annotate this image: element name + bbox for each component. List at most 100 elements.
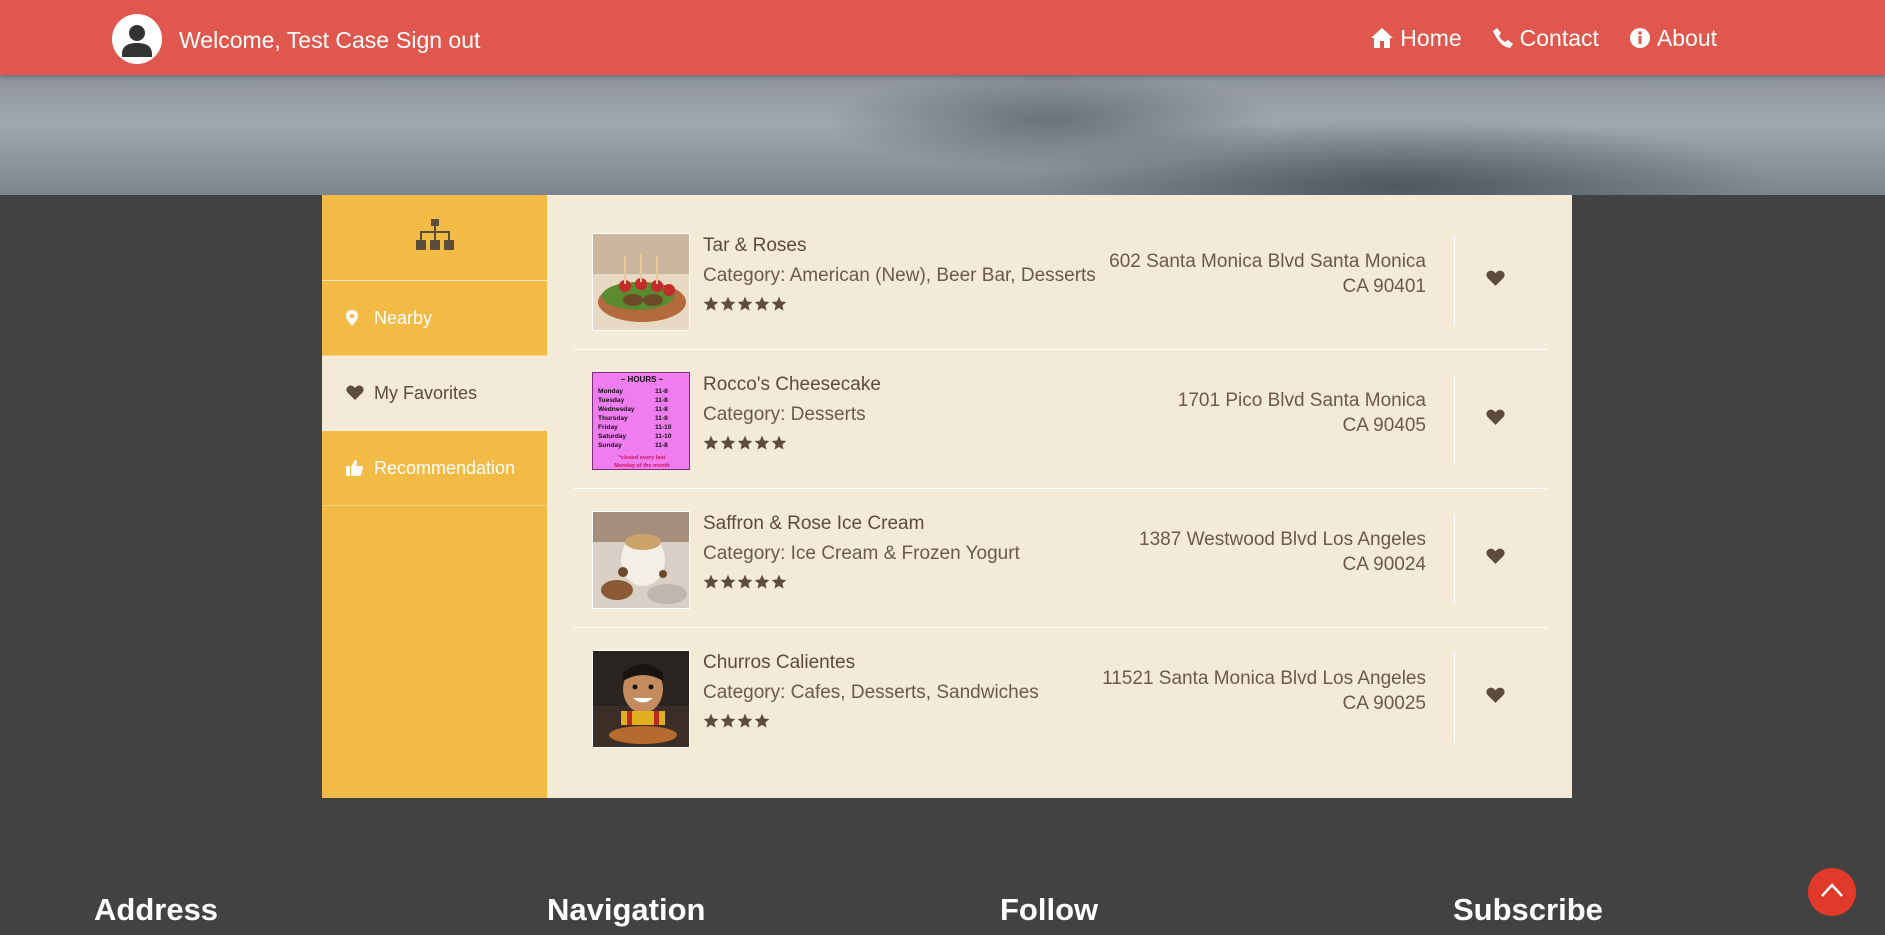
list-item: ~ HOURS ~ Monday 11-8 Tuesday 11-8 Wedne… [574,350,1547,489]
star-icon [771,296,787,311]
hours-time: 11-10 [655,433,672,440]
sidebar-item-nearby[interactable]: Nearby [322,281,547,356]
hours-time: 11-8 [655,415,668,422]
favorite-button[interactable] [1486,270,1505,292]
address-line: 11521 Santa Monica Blvd Los Angeles [1102,668,1426,689]
hours-time: 11-10 [655,424,672,431]
hours-time: 11-8 [655,388,668,395]
favorite-button[interactable] [1486,548,1505,570]
restaurant-category: Category: Ice Cream & Frozen Yogurt [703,543,1020,564]
sidebar-item-label: Nearby [374,307,433,328]
star-icon [720,435,736,450]
divider [1454,514,1455,604]
address-line: 602 Santa Monica Blvd Santa Monica [1109,251,1426,272]
restaurant-photo[interactable] [592,233,690,331]
back-to-top-button[interactable] [1808,868,1856,916]
sidebar-item-label: My Favorites [374,382,478,403]
address-line: CA 90024 [1342,554,1426,575]
heart-icon [1486,270,1505,291]
sidebar-item-my-favorites[interactable]: My Favorites [322,356,547,431]
hero-banner [0,75,1885,195]
favorite-button[interactable] [1486,687,1505,709]
address-line: CA 90025 [1342,693,1426,714]
list-item: Tar & Roses Category: American (New), Be… [574,211,1547,350]
star-icon [737,435,753,450]
nav-home[interactable]: Home [1370,23,1462,53]
hours-day: Tuesday [598,397,625,404]
star-icon [737,574,753,589]
hours-day: Wednesday [598,406,635,413]
hours-day: Friday [598,424,618,431]
restaurant-name[interactable]: Churros Calientes [703,652,855,674]
favorite-button[interactable] [1486,409,1505,431]
heart-icon [346,385,374,401]
phone-icon [1492,27,1514,49]
sidebar-header [322,195,547,281]
star-icon [720,574,736,589]
heart-icon [1486,409,1505,430]
star-icon [720,713,736,728]
star-icon [771,435,787,450]
restaurant-photo[interactable] [592,650,690,748]
restaurant-name[interactable]: Tar & Roses [703,235,806,257]
restaurant-name[interactable]: Rocco's Cheesecake [703,374,881,396]
star-icon [703,713,719,728]
address-line: 1387 Westwood Blvd Los Angeles [1139,529,1426,550]
hours-time: 11-8 [655,442,668,449]
star-icon [737,713,753,728]
favorites-panel: Tar & Roses Category: American (New), Be… [547,195,1572,798]
divider [1454,375,1455,465]
map-marker-icon [346,310,374,326]
info-icon [1629,27,1651,49]
star-icon [737,296,753,311]
footer-heading-follow: Follow [1000,892,1099,927]
star-icon [754,713,770,728]
nav-contact[interactable]: Contact [1492,23,1599,53]
restaurant-category: Category: Desserts [703,404,866,425]
list-item: Saffron & Rose Ice Cream Category: Ice C… [574,489,1547,628]
list-item: Churros Calientes Category: Cafes, Desse… [574,628,1547,767]
star-icon [754,296,770,311]
hours-day: Sunday [598,442,622,449]
sidebar-item-recommendation[interactable]: Recommendation [322,431,547,506]
restaurant-address: 1387 Westwood Blvd Los Angeles CA 90024 [1139,527,1426,577]
nav-home-label: Home [1400,25,1462,51]
nav-contact-label: Contact [1519,25,1599,51]
star-rating [703,296,787,312]
hours-title: ~ HOURS ~ [621,375,664,384]
footer-heading-address: Address [94,892,219,927]
user-icon[interactable] [112,14,162,64]
sidebar: Nearby My Favorites Recommendation [322,195,547,798]
nav-about-label: About [1656,25,1717,51]
restaurant-name[interactable]: Saffron & Rose Ice Cream [703,513,924,535]
thumbs-up-icon [346,460,374,476]
star-icon [754,435,770,450]
main-nav: Home Contact About [1370,23,1717,53]
star-icon [703,574,719,589]
heart-icon [1486,548,1505,569]
hours-note: Monday of the month [614,463,670,469]
address-line: CA 90401 [1342,276,1426,297]
hours-note: *closed every last [619,455,666,461]
star-icon [703,296,719,311]
restaurant-category: Category: Cafes, Desserts, Sandwiches [703,682,1039,703]
restaurant-address: 1701 Pico Blvd Santa Monica CA 90405 [1178,388,1426,438]
chevron-up-icon [1820,882,1844,903]
hours-time: 11-8 [655,406,668,413]
divider [1454,236,1455,326]
footer-heading-navigation: Navigation [547,892,706,927]
restaurant-photo[interactable] [592,511,690,609]
restaurant-photo[interactable]: ~ HOURS ~ Monday 11-8 Tuesday 11-8 Wedne… [592,372,690,470]
star-rating [703,435,787,451]
restaurant-address: 11521 Santa Monica Blvd Los Angeles CA 9… [1102,666,1426,716]
nav-about[interactable]: About [1629,23,1717,53]
star-rating [703,574,787,590]
heart-icon [1486,687,1505,708]
sign-out-link[interactable]: Sign out [396,25,480,55]
star-rating [703,713,770,729]
restaurant-category: Category: American (New), Beer Bar, Dess… [703,265,1096,286]
home-icon [1370,27,1394,49]
star-icon [720,296,736,311]
star-icon [703,435,719,450]
star-icon [754,574,770,589]
